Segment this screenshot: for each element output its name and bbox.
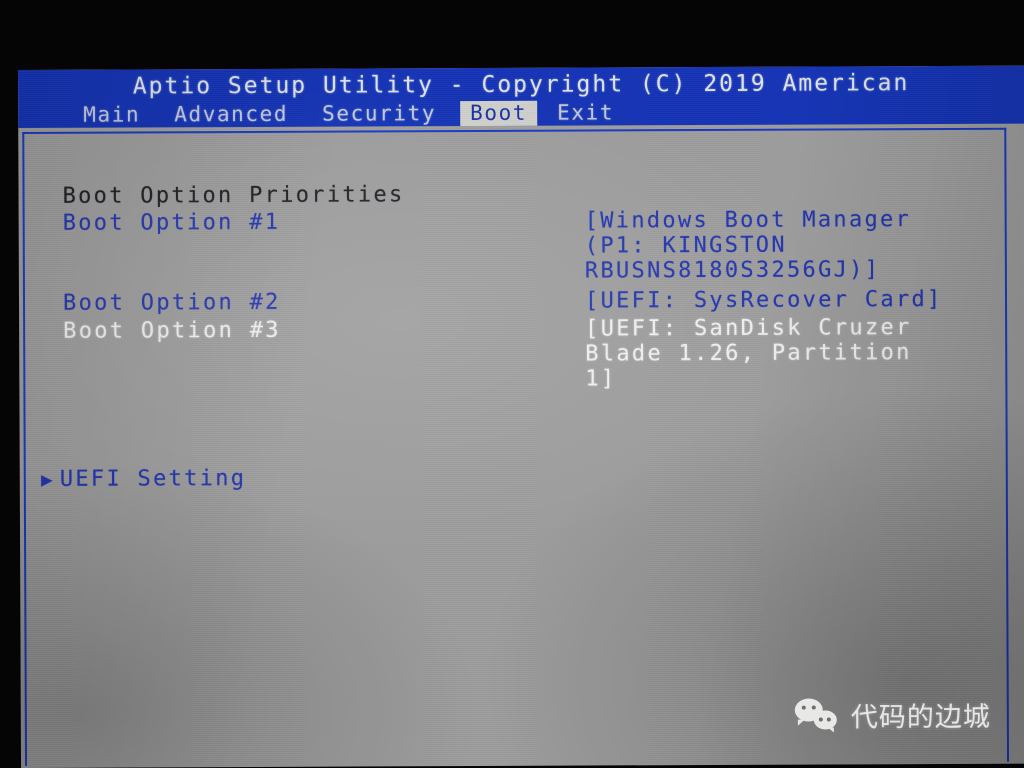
boot-option-3-label: Boot Option #3 — [63, 317, 281, 344]
submenu-arrow-icon: ▶ — [41, 468, 53, 491]
boot-option-1-label: Boot Option #1 — [62, 209, 281, 236]
boot-option-2-row[interactable]: Boot Option #2 [UEFI: SysRecover Card] — [25, 287, 1009, 316]
wechat-eye-3 — [818, 716, 823, 722]
section-title: Boot Option Priorities — [62, 182, 405, 209]
boot-option-3-value[interactable]: [UEFI: SanDisk Cruzer Blade 1.26, Partit… — [585, 315, 965, 392]
wechat-eye-1 — [801, 705, 806, 710]
boot-option-2-value-line-1: [UEFI: SysRecover Card] — [584, 286, 943, 314]
boot-option-3-value-line-2: Blade 1.26, Partition — [585, 340, 912, 367]
menu-tabbar: Main Advanced Security Boot Exit — [18, 99, 1024, 128]
wechat-eye-2 — [811, 705, 816, 710]
titlebar: Aptio Setup Utility - Copyright (C) 2019… — [18, 65, 1024, 128]
boot-option-1-value[interactable]: [Windows Boot Manager (P1: KINGSTON RBUS… — [584, 207, 965, 284]
boot-option-1-row[interactable]: Boot Option #1 [Windows Boot Manager (P1… — [25, 207, 1009, 286]
tab-advanced[interactable]: Advanced — [164, 102, 298, 128]
wechat-eye-4 — [826, 716, 831, 721]
boot-option-3-row[interactable]: Boot Option #3 [UEFI: SanDisk Cruzer Bla… — [25, 315, 1009, 394]
monitor-photo-frame: Aptio Setup Utility - Copyright (C) 2019… — [0, 0, 1024, 768]
boot-option-1-value-line-1: [Windows Boot Manager — [584, 207, 912, 234]
tab-boot[interactable]: Boot — [460, 100, 538, 127]
content-panel: Boot Option Priorities Boot Option #1 [W… — [22, 127, 1011, 768]
boot-options-list: Boot Option Priorities Boot Option #1 [W… — [24, 130, 1011, 768]
boot-option-2-value[interactable]: [UEFI: SysRecover Card] — [585, 287, 965, 314]
tab-main[interactable]: Main — [73, 102, 150, 127]
boot-option-3-value-line-3: 1] — [585, 366, 617, 392]
wechat-icon — [794, 697, 841, 732]
boot-option-3-value-line-1: [UEFI: SanDisk Cruzer — [585, 315, 912, 342]
uefi-setting-label: UEFI Setting — [59, 466, 247, 492]
page-title: Aptio Setup Utility - Copyright (C) 2019… — [132, 70, 910, 100]
boot-option-1-value-line-3: RBUSNS8180S3256GJ)] — [584, 257, 881, 284]
watermark-text: 代码的边城 — [850, 701, 991, 734]
watermark: 代码的边城 — [794, 695, 991, 735]
wechat-bubble-small — [813, 709, 837, 730]
tab-exit[interactable]: Exit — [547, 100, 624, 125]
boot-option-priorities-heading-row: Boot Option Priorities — [24, 180, 1008, 209]
boot-option-2-label: Boot Option #2 — [62, 289, 281, 316]
boot-option-1-value-line-2: (P1: KINGSTON — [584, 232, 787, 259]
tab-security[interactable]: Security — [312, 101, 446, 127]
uefi-setting-row[interactable]: ▶ UEFI Setting — [26, 463, 1010, 493]
bios-screen: Aptio Setup Utility - Copyright (C) 2019… — [18, 65, 1024, 768]
